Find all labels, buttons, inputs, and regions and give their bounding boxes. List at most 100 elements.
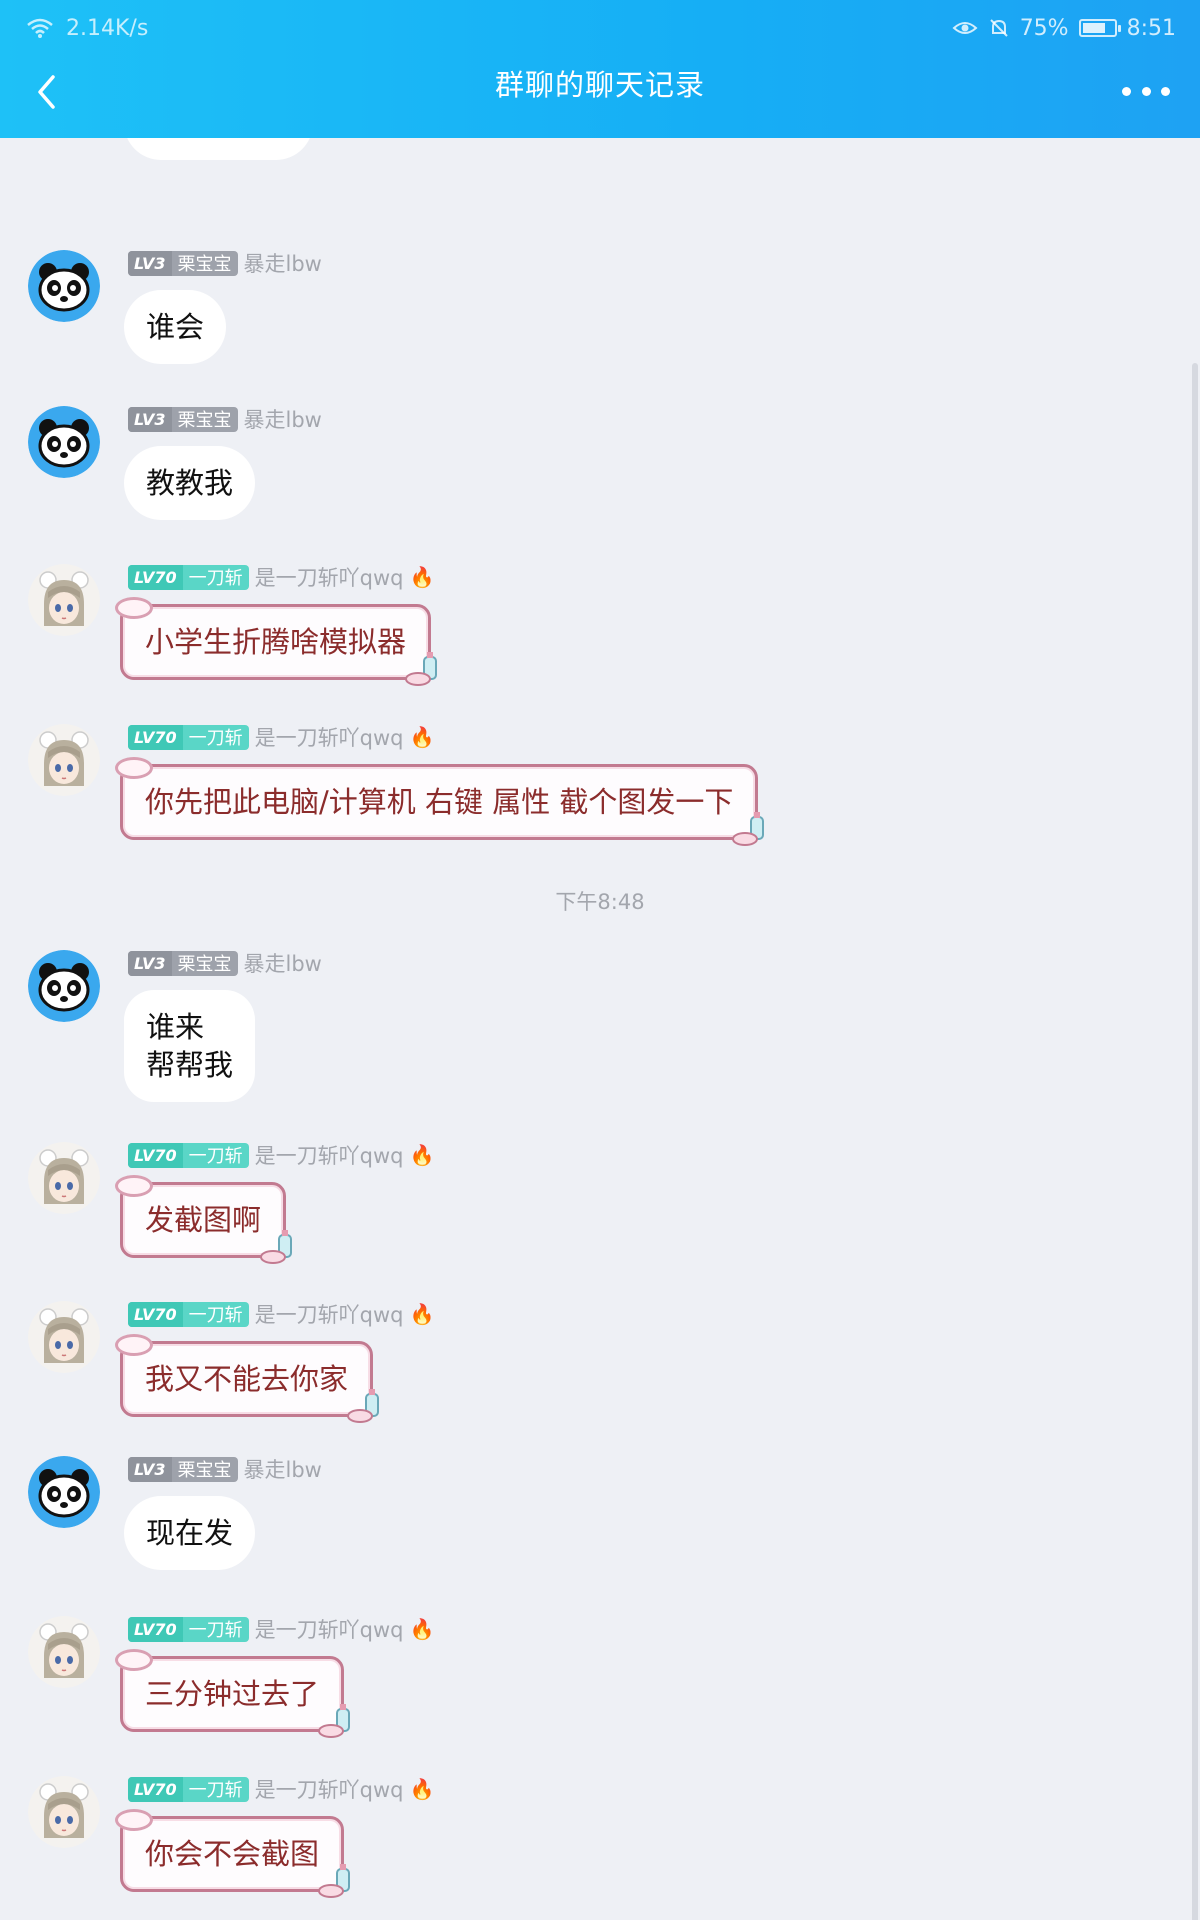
soap-bottle-icon [405, 652, 438, 686]
bubble-ribbon-icon [115, 1175, 153, 1197]
battery-icon [1078, 19, 1121, 37]
message-text: 发截图啊 [145, 1203, 262, 1237]
level-badge: LV70 一刀斩 [128, 1142, 249, 1168]
message-bubble[interactable]: 主要我不会 [124, 138, 314, 160]
bubble-ribbon-icon [115, 757, 153, 779]
sender-name[interactable]: 暴走lbw [244, 404, 322, 434]
fire-icon: 🔥 [409, 1143, 435, 1167]
message-item: LV70 一刀斩 是一刀斩吖qwq 🔥 发截图啊 [0, 1142, 1190, 1292]
fire-icon: 🔥 [409, 725, 435, 749]
panda-avatar[interactable] [28, 950, 100, 1022]
message-item: LV3 栗宝宝 暴走lbw 谁来 帮帮我 [0, 950, 1190, 1102]
sender-info: LV3 栗宝宝 暴走lbw [128, 1456, 322, 1482]
sender-info: LV70 一刀斩 是一刀斩吖qwq 🔥 [128, 1142, 434, 1168]
message-item: LV3 栗宝宝 暴走lbw 教教我 [0, 406, 1190, 556]
sender-info: LV3 栗宝宝 暴走lbw [128, 950, 322, 976]
wifi-icon [27, 18, 53, 38]
sender-name[interactable]: 是一刀斩吖qwq [255, 1614, 404, 1644]
page-title: 群聊的聊天记录 [494, 68, 705, 102]
sender-name[interactable]: 暴走lbw [244, 1454, 322, 1484]
message-bubble[interactable]: 教教我 [124, 446, 256, 520]
panda-avatar[interactable] [28, 406, 100, 478]
level-badge: LV70 一刀斩 [128, 724, 249, 750]
anime-avatar[interactable] [28, 564, 100, 636]
panda-avatar[interactable] [28, 250, 100, 322]
soap-bottle-icon [260, 1230, 293, 1264]
message-bubble[interactable]: 发截图啊 [115, 1175, 293, 1264]
anime-avatar[interactable] [28, 1142, 100, 1214]
level-label: LV70 [128, 1142, 183, 1168]
member-title: 栗宝宝 [177, 1460, 232, 1481]
member-title: 一刀斩 [188, 728, 243, 749]
message-bubble[interactable]: 谁会 [124, 290, 227, 364]
level-badge: LV3 栗宝宝 [128, 1456, 238, 1482]
sender-name[interactable]: 是一刀斩吖qwq [255, 562, 404, 592]
member-title: 一刀斩 [188, 1620, 243, 1641]
soap-bottle-icon [318, 1704, 351, 1738]
app-header: 2.14K/s 75% 8:51 群聊的聊天记录 [0, 0, 1200, 138]
level-badge: LV70 一刀斩 [128, 1776, 249, 1802]
sender-info: LV70 一刀斩 是一刀斩吖qwq 🔥 [128, 1301, 434, 1327]
fire-icon: 🔥 [409, 1617, 435, 1641]
sender-name[interactable]: 是一刀斩吖qwq [255, 722, 404, 752]
member-title: 一刀斩 [188, 1146, 243, 1167]
message-text: 谁来 帮帮我 [146, 1010, 234, 1082]
bubble-ribbon-icon [115, 1809, 153, 1831]
message-text: 小学生折腾啥模拟器 [145, 625, 407, 659]
eye-icon [952, 22, 978, 34]
member-title: 一刀斩 [188, 1780, 243, 1801]
sender-info: LV3 栗宝宝 暴走lbw [128, 250, 322, 276]
sender-info: LV3 栗宝宝 暴走lbw [128, 406, 322, 432]
status-bar-left: 2.14K/s [26, 10, 148, 46]
message-bubble[interactable]: 小学生折腾啥模拟器 [115, 597, 438, 686]
sender-info: LV70 一刀斩 是一刀斩吖qwq 🔥 [128, 564, 434, 590]
fire-icon: 🔥 [409, 565, 435, 589]
level-label: LV3 [128, 1456, 172, 1482]
sender-info: LV70 一刀斩 是一刀斩吖qwq 🔥 [128, 1616, 434, 1642]
more-dots-icon [1122, 86, 1131, 96]
message-bubble[interactable]: 我又不能去你家 [115, 1334, 380, 1423]
level-label: LV70 [128, 1616, 183, 1642]
level-badge: LV70 一刀斩 [128, 1616, 249, 1642]
message-item: LV70 一刀斩 是一刀斩吖qwq 🔥 我又不能去你家 [0, 1301, 1190, 1451]
member-title: 栗宝宝 [177, 254, 232, 275]
member-title: 栗宝宝 [177, 954, 232, 975]
network-speed: 2.14K/s [66, 15, 149, 41]
anime-avatar[interactable] [28, 1301, 100, 1373]
message-timestamp: 下午8:48 [555, 890, 645, 914]
more-button[interactable] [1122, 78, 1170, 104]
message-text: 你先把此电脑/计算机 右键 属性 截个图发一下 [145, 785, 734, 819]
scrollbar[interactable] [1192, 363, 1198, 1920]
mute-icon [989, 19, 1008, 37]
chat-history[interactable]: 主要我不会 LV3栗宝宝暴走lbw谁会 LV3栗宝宝暴走lbw教教我 LV70一… [0, 138, 1200, 1920]
sender-name[interactable]: 暴走lbw [244, 948, 322, 978]
anime-avatar[interactable] [28, 1616, 100, 1688]
message-item: LV3 栗宝宝 暴走lbw 现在发 [0, 1456, 1190, 1606]
message-bubble[interactable]: 三分钟过去了 [115, 1649, 351, 1738]
soap-bottle-icon [318, 1864, 351, 1898]
panda-avatar[interactable] [28, 1456, 100, 1528]
level-badge: LV3 栗宝宝 [128, 250, 238, 276]
status-bar-right: 75% 8:51 [952, 10, 1176, 46]
sender-name[interactable]: 暴走lbw [244, 248, 322, 278]
anime-avatar[interactable] [28, 1776, 100, 1848]
message-bubble[interactable]: 谁来 帮帮我 [124, 990, 256, 1102]
message-bubble[interactable]: 现在发 [124, 1496, 256, 1570]
sender-name[interactable]: 是一刀斩吖qwq [255, 1774, 404, 1804]
message-bubble[interactable]: 你会不会截图 [115, 1809, 351, 1898]
sender-name[interactable]: 是一刀斩吖qwq [255, 1140, 404, 1170]
level-badge: LV70 一刀斩 [128, 564, 249, 590]
message-text: 现在发 [146, 1516, 234, 1550]
sender-name[interactable]: 是一刀斩吖qwq [255, 1299, 404, 1329]
member-title: 一刀斩 [188, 568, 243, 589]
level-label: LV3 [128, 950, 172, 976]
message-bubble[interactable]: 你先把此电脑/计算机 右键 属性 截个图发一下 [115, 757, 765, 846]
soap-bottle-icon [347, 1389, 380, 1423]
anime-avatar[interactable] [28, 724, 100, 796]
bubble-ribbon-icon [115, 597, 153, 619]
message-item: LV70 一刀斩 是一刀斩吖qwq 🔥 小学生折腾啥模拟器 [0, 564, 1190, 714]
message-item: 主要我不会 [0, 138, 1190, 238]
level-label: LV70 [128, 724, 183, 750]
fire-icon: 🔥 [409, 1302, 435, 1326]
message-item: LV3 栗宝宝 暴走lbw 谁会 [0, 250, 1190, 400]
